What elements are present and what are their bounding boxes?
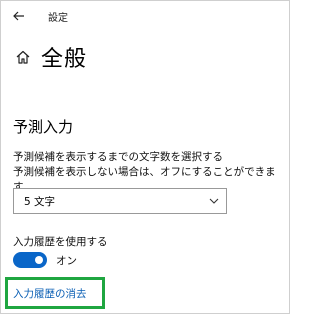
back-arrow-icon <box>13 11 24 21</box>
page-title: 全般 <box>41 47 88 72</box>
dropdown-value: 5 文字 <box>24 195 56 208</box>
toggle-state-label: オン <box>56 254 77 267</box>
chevron-down-icon <box>209 198 219 204</box>
clear-input-history-link[interactable]: 入力履歴の消去 <box>13 286 87 301</box>
description-line-1: 予測候補を表示するまでの文字数を選択する <box>13 151 223 163</box>
input-history-toggle[interactable] <box>13 252 47 268</box>
input-history-toggle-row: オン <box>13 251 77 269</box>
title-bar: 設定 <box>1 1 289 31</box>
toggle-knob <box>35 256 43 264</box>
prediction-char-count-dropdown[interactable]: 5 文字 <box>13 188 227 214</box>
section-title-prediction: 予測入力 <box>13 118 74 136</box>
page-header: 全般 <box>14 41 87 73</box>
home-icon[interactable] <box>14 48 32 66</box>
settings-window: 設定 全般 予測入力 予測候補を表示するまでの文字数を選択する 予測候補を表示し… <box>0 0 290 314</box>
back-button[interactable] <box>9 6 29 26</box>
window-title: 設定 <box>48 13 68 24</box>
input-history-label: 入力履歴を使用する <box>13 236 108 248</box>
